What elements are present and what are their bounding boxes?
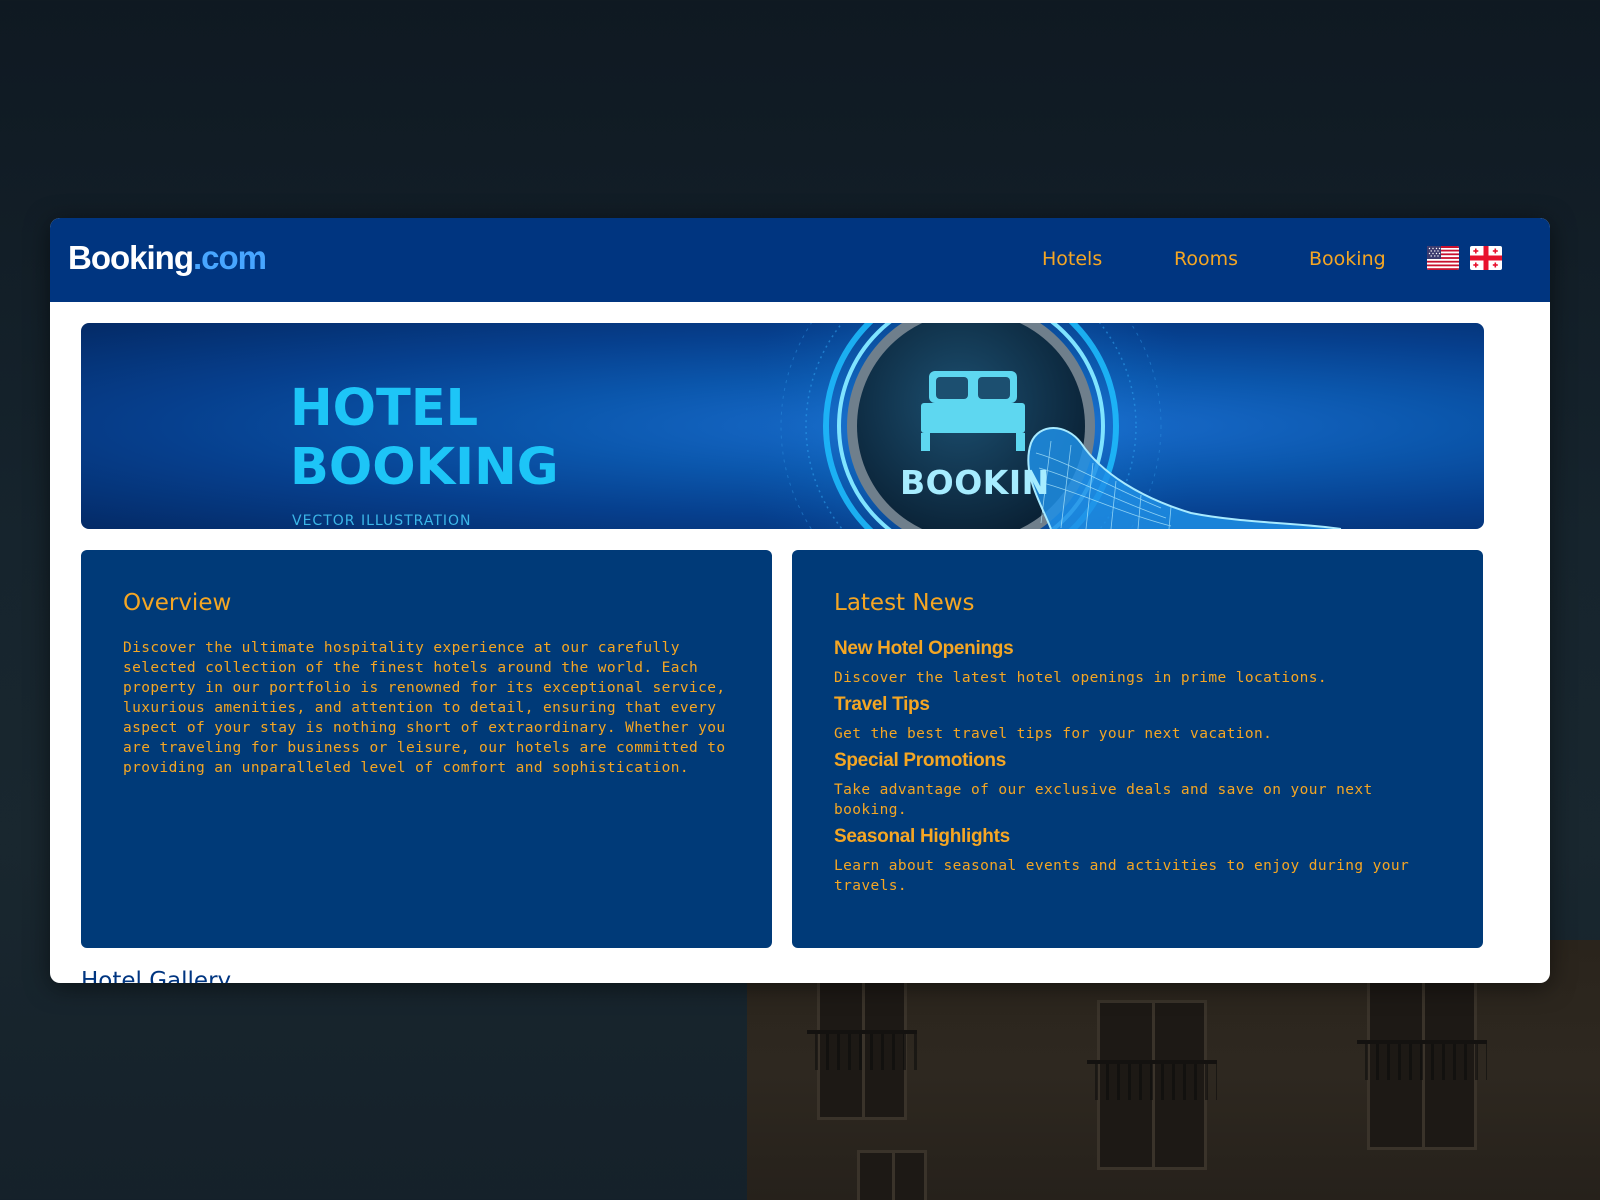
georgia-flag-icon[interactable] (1470, 246, 1502, 270)
news-description: Get the best travel tips for your next v… (834, 726, 1273, 742)
news-item: Seasonal Highlights Learn about seasonal… (834, 826, 1454, 896)
overview-card: Overview Discover the ultimate hospitali… (81, 550, 772, 948)
hotel-gallery-title: Hotel Gallery (81, 968, 232, 983)
hero-title: HOTEL BOOKING (290, 379, 559, 497)
background-window (857, 1150, 927, 1200)
overview-text: Discover the ultimate hospitality experi… (123, 640, 726, 776)
nav-rooms-link[interactable]: Rooms (1174, 248, 1238, 270)
news-description: Discover the latest hotel openings in pr… (834, 670, 1328, 686)
background-balcony (1357, 1040, 1487, 1080)
news-description: Learn about seasonal events and activiti… (834, 858, 1410, 894)
hero-subtitle: VECTOR ILLUSTRATION (292, 513, 472, 529)
nav-booking-link[interactable]: Booking (1309, 248, 1386, 270)
news-description: Take advantage of our exclusive deals an… (834, 782, 1373, 818)
logo-brand: Booking (68, 239, 194, 276)
news-item: Travel Tips Get the best travel tips for… (834, 694, 1454, 744)
top-navbar: Booking.com Hotels Rooms Booking (50, 218, 1550, 302)
us-flag-icon[interactable] (1427, 246, 1459, 270)
background-balcony (807, 1030, 917, 1070)
news-item: New Hotel Openings Discover the latest h… (834, 638, 1454, 688)
overview-title: Overview (123, 590, 232, 616)
news-list: New Hotel Openings Discover the latest h… (834, 638, 1454, 902)
app-window: Booking.com Hotels Rooms Booking HOTEL B… (50, 218, 1550, 983)
news-heading[interactable]: New Hotel Openings (834, 638, 1454, 660)
nav-hotels-link[interactable]: Hotels (1042, 248, 1102, 270)
news-heading[interactable]: Seasonal Highlights (834, 826, 1454, 848)
hero-banner: HOTEL BOOKING VECTOR ILLUSTRATION BOOKIN (81, 323, 1484, 529)
news-heading[interactable]: Travel Tips (834, 694, 1454, 716)
logo-suffix: .com (192, 239, 267, 276)
latest-news-title: Latest News (834, 590, 975, 616)
booking-button-illustration (741, 323, 1342, 529)
news-item: Special Promotions Take advantage of our… (834, 750, 1454, 820)
latest-news-card: Latest News New Hotel Openings Discover … (792, 550, 1483, 948)
background-balcony (1087, 1060, 1217, 1100)
hero-button-label: BOOKIN (900, 463, 1050, 502)
news-heading[interactable]: Special Promotions (834, 750, 1454, 772)
booking-logo[interactable]: Booking.com (65, 238, 269, 278)
